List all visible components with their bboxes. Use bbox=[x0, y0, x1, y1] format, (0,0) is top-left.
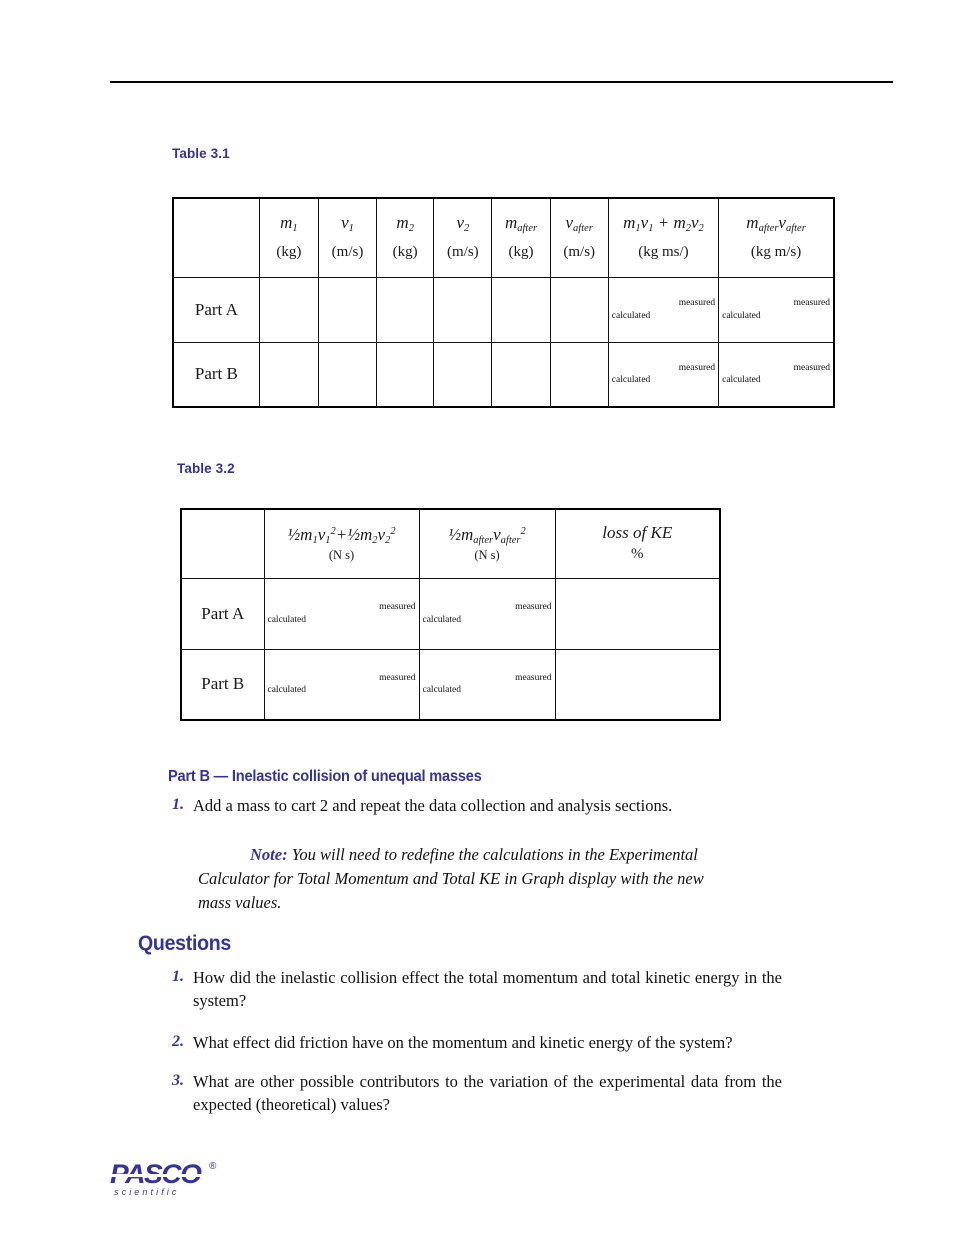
unit-ms: (m/s) bbox=[563, 244, 596, 261]
document-page: Table 3.1 m1 (kg) v1 (m/s) m2 (kg) v2 (m… bbox=[0, 0, 954, 1235]
table-cell-v1[interactable] bbox=[317, 341, 378, 408]
note-paragraph: Note: You will need to redefine the calc… bbox=[198, 843, 730, 915]
pasco-subword: scientific bbox=[114, 1187, 180, 1197]
table-3-1-header-m1: m1 (kg) bbox=[258, 197, 319, 278]
list-number: 1. bbox=[172, 796, 184, 813]
table-3-1-caption: Table 3.1 bbox=[172, 146, 230, 161]
label-calculated: calculated bbox=[267, 685, 307, 696]
table-3-2-header-loss-of-ke: loss of KE % bbox=[554, 508, 721, 579]
table-cell-vafter[interactable] bbox=[549, 276, 609, 343]
table-3-1-header-vafter: vafter (m/s) bbox=[549, 197, 609, 278]
table-3-1-header-m2: m2 (kg) bbox=[376, 197, 435, 278]
table-cell-v1[interactable] bbox=[317, 276, 378, 343]
table-3-2-row-label: Part A bbox=[180, 577, 265, 650]
part-b-step-1: 1. Add a mass to cart 2 and repeat the d… bbox=[162, 794, 802, 817]
table-cell-m1[interactable] bbox=[258, 276, 319, 343]
unit-kg-ms: (kg ms/) bbox=[638, 244, 689, 261]
header-rule bbox=[110, 81, 893, 83]
label-calculated: calculated bbox=[611, 375, 651, 386]
unit-kg: (kg) bbox=[276, 244, 302, 261]
table-cell-v2[interactable] bbox=[433, 276, 493, 343]
label-calculated: calculated bbox=[267, 614, 307, 625]
label-measured: measured bbox=[678, 298, 716, 309]
table-3-1-header-total-momentum: m1v1 + m2v2 (kg ms/) bbox=[607, 197, 720, 278]
table-3-1-header-mafter: mafter (kg) bbox=[491, 197, 551, 278]
table-cell-mafter[interactable] bbox=[491, 341, 551, 408]
list-item-text: How did the inelastic collision effect t… bbox=[193, 968, 782, 1011]
table-3-1-header-row: m1 (kg) v1 (m/s) m2 (kg) v2 (m/s) mafter… bbox=[172, 197, 835, 278]
table-cell-mafter[interactable] bbox=[491, 276, 551, 343]
label-measured: measured bbox=[678, 362, 716, 373]
label-calculated: calculated bbox=[422, 685, 462, 696]
unit-ms: (m/s) bbox=[447, 244, 479, 261]
questions-heading: Questions bbox=[138, 932, 231, 955]
table-3-1-header-v2: v2 (m/s) bbox=[433, 197, 493, 278]
unit-ms: (m/s) bbox=[331, 244, 364, 261]
unit-kg: (kg) bbox=[508, 244, 534, 261]
table-cell-m1[interactable] bbox=[258, 341, 319, 408]
note-label: Note: bbox=[250, 845, 288, 864]
registered-trademark-icon: ® bbox=[209, 1161, 217, 1172]
label-calculated: calculated bbox=[722, 310, 761, 321]
table-row: Part A calculated measured calculated me… bbox=[172, 276, 835, 343]
question-item-1: 1. How did the inelastic collision effec… bbox=[162, 966, 782, 1013]
list-number: 1. bbox=[172, 968, 184, 985]
loss-of-ke-label: loss of KE bbox=[602, 523, 673, 542]
label-measured: measured bbox=[515, 672, 552, 683]
label-measured: measured bbox=[793, 362, 830, 373]
table-3-2-header-blank bbox=[180, 508, 265, 579]
table-cell-after-momentum[interactable]: calculated measured bbox=[718, 276, 835, 343]
table-3-2: ½m1v12+½m2v22 (N s) ½maftervafter2 (N s)… bbox=[180, 508, 721, 721]
table-cell-ke-before[interactable]: calculated measured bbox=[263, 648, 420, 721]
table-3-2-caption: Table 3.2 bbox=[177, 461, 235, 476]
unit-ns: (N s) bbox=[328, 547, 355, 562]
table-cell-loss-of-ke[interactable] bbox=[554, 648, 721, 721]
table-3-1-row-label: Part A bbox=[172, 276, 260, 343]
table-3-1-header-v1: v1 (m/s) bbox=[317, 197, 378, 278]
table-3-2-header-ke-before: ½m1v12+½m2v22 (N s) bbox=[263, 508, 420, 579]
question-item-2: 2. What effect did friction have on the … bbox=[162, 1031, 782, 1054]
label-measured: measured bbox=[379, 672, 416, 683]
part-b-heading: Part B — Inelastic collision of unequal … bbox=[168, 768, 482, 785]
table-3-2-header-row: ½m1v12+½m2v22 (N s) ½maftervafter2 (N s)… bbox=[180, 508, 721, 579]
unit-ns: (N s) bbox=[474, 547, 500, 562]
label-measured: measured bbox=[515, 602, 552, 613]
table-3-2-header-ke-after: ½maftervafter2 (N s) bbox=[418, 508, 556, 579]
question-item-3: 3. What are other possible contributors … bbox=[162, 1070, 782, 1117]
list-number: 3. bbox=[172, 1072, 184, 1089]
table-cell-ke-after[interactable]: calculated measured bbox=[418, 577, 556, 650]
logo-stripe bbox=[111, 1174, 207, 1177]
table-row: Part A calculated measured calculated me… bbox=[180, 577, 721, 650]
pasco-logo: PASCO ® scientific bbox=[110, 1161, 222, 1201]
table-cell-m2[interactable] bbox=[376, 341, 435, 408]
list-item-text: What are other possible contributors to … bbox=[193, 1072, 782, 1115]
table-3-1-header-after-momentum: maftervafter (kg m/s) bbox=[718, 197, 835, 278]
table-cell-vafter[interactable] bbox=[549, 341, 609, 408]
label-calculated: calculated bbox=[422, 614, 462, 625]
unit-kg: (kg) bbox=[392, 244, 418, 261]
list-item-text: Add a mass to cart 2 and repeat the data… bbox=[193, 796, 673, 815]
table-cell-loss-of-ke[interactable] bbox=[554, 577, 721, 650]
unit-percent: % bbox=[631, 546, 644, 563]
table-cell-ke-before[interactable]: calculated measured bbox=[263, 577, 420, 650]
table-3-1-header-blank bbox=[172, 197, 260, 278]
table-cell-ke-after[interactable]: calculated measured bbox=[418, 648, 556, 721]
unit-kg-m-s: (kg m/s) bbox=[750, 244, 802, 261]
table-3-2-row-label: Part B bbox=[180, 648, 265, 721]
table-cell-after-momentum[interactable]: calculated measured bbox=[718, 341, 835, 408]
table-row: Part B calculated measured calculated me… bbox=[172, 341, 835, 408]
label-calculated: calculated bbox=[611, 310, 651, 321]
label-measured: measured bbox=[379, 602, 416, 613]
table-3-1: m1 (kg) v1 (m/s) m2 (kg) v2 (m/s) mafter… bbox=[172, 197, 835, 408]
label-calculated: calculated bbox=[722, 375, 761, 386]
table-cell-total-momentum[interactable]: calculated measured bbox=[607, 276, 720, 343]
table-cell-v2[interactable] bbox=[433, 341, 493, 408]
table-row: Part B calculated measured calculated me… bbox=[180, 648, 721, 721]
table-cell-m2[interactable] bbox=[376, 276, 435, 343]
list-number: 2. bbox=[172, 1033, 184, 1050]
label-measured: measured bbox=[793, 298, 830, 309]
list-item-text: What effect did friction have on the mom… bbox=[193, 1033, 733, 1052]
table-3-1-row-label: Part B bbox=[172, 341, 260, 408]
table-cell-total-momentum[interactable]: calculated measured bbox=[607, 341, 720, 408]
